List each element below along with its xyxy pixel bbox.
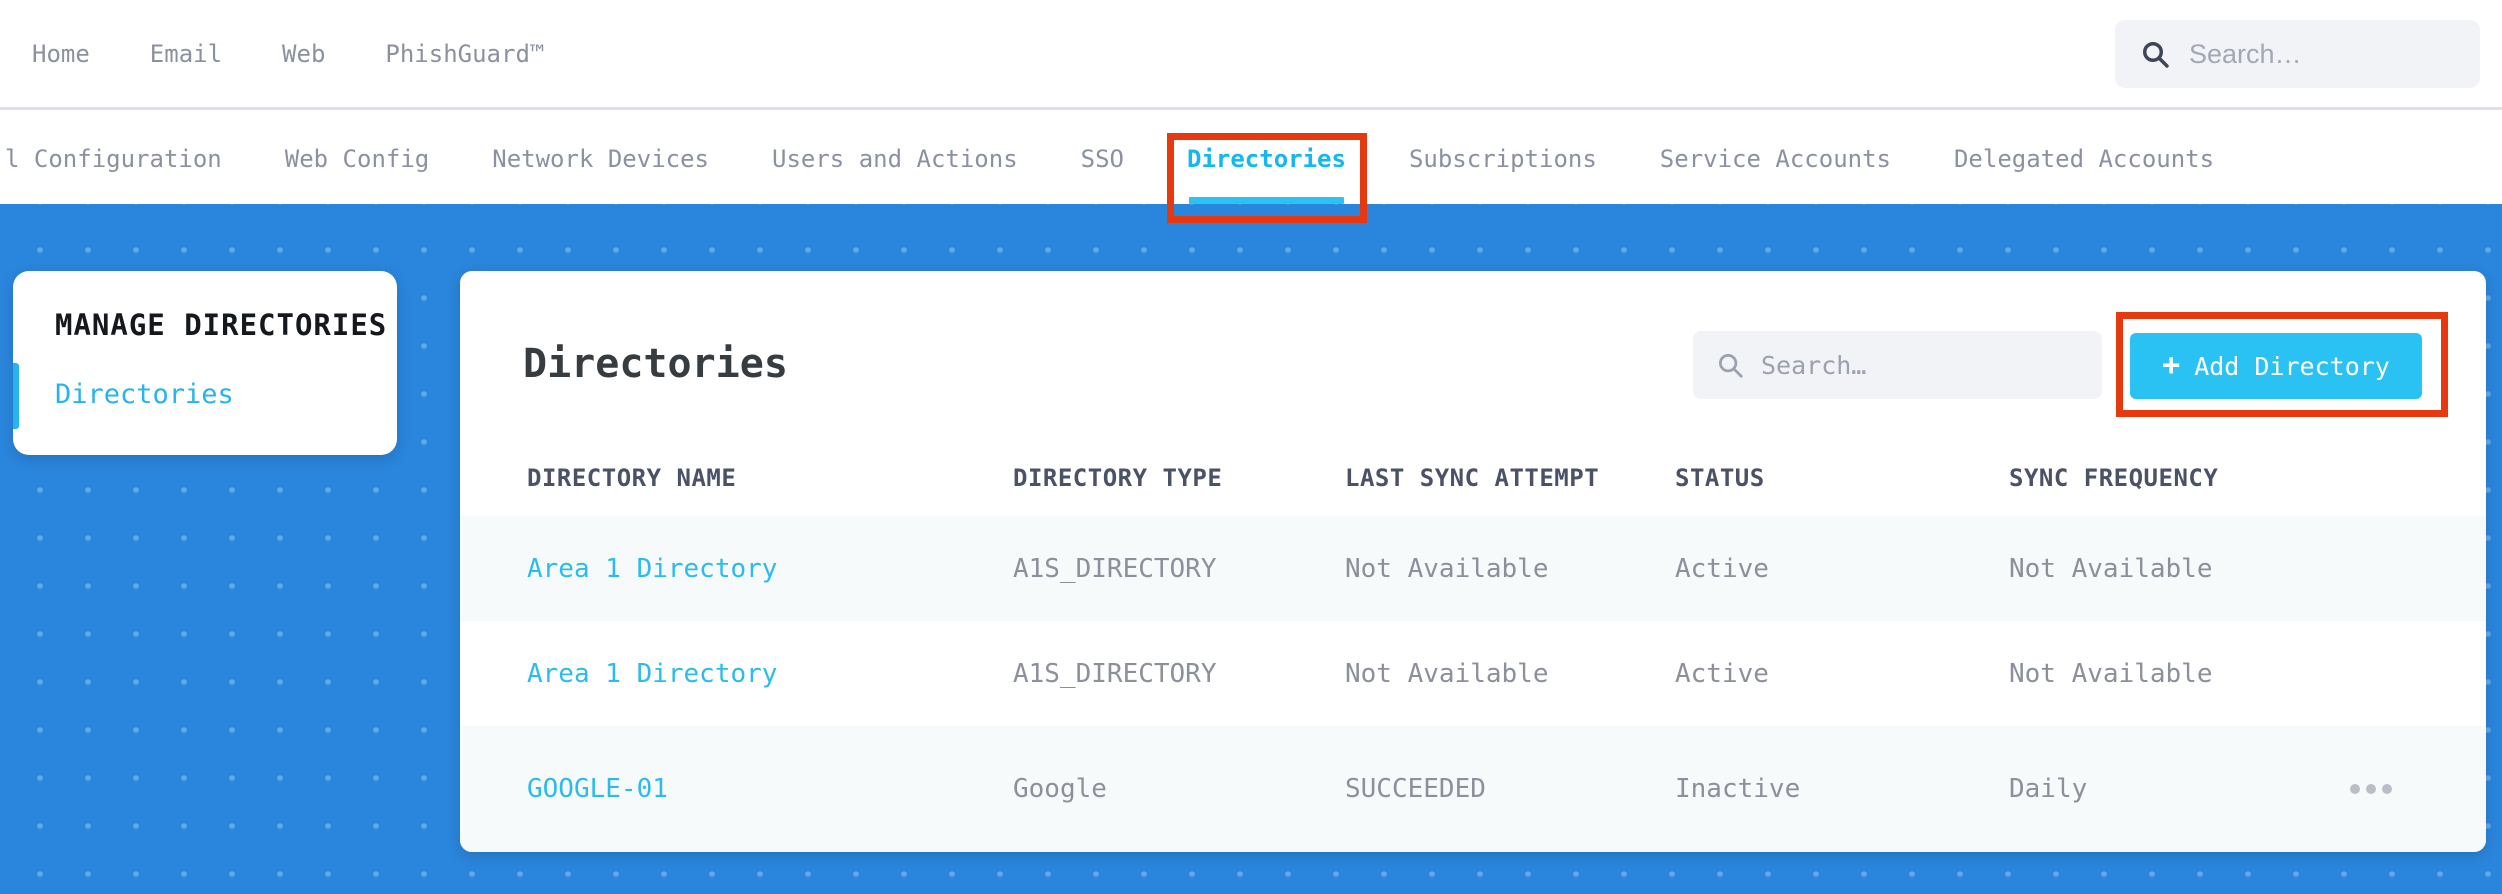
directory-name-link[interactable]: GOOGLE-01 (527, 774, 1013, 804)
nav-item-home[interactable]: Home (32, 40, 90, 68)
table-row: Area 1 Directory A1S_DIRECTORY Not Avail… (460, 621, 2486, 726)
tab-subscriptions[interactable]: Subscriptions (1409, 113, 1597, 204)
table-body: Area 1 Directory A1S_DIRECTORY Not Avail… (460, 516, 2486, 852)
tab-directories-label: Directories (1187, 144, 1346, 173)
sidebar-title: MANAGE DIRECTORIES (55, 308, 388, 342)
directory-type-cell: A1S_DIRECTORY (1013, 553, 1217, 584)
column-header-status: STATUS (1675, 464, 1765, 492)
status-cell: Active (1675, 553, 1769, 584)
table-header-row: DIRECTORY NAME DIRECTORY TYPE LAST SYNC … (460, 440, 2486, 516)
tab-directories[interactable]: Directories (1187, 113, 1346, 204)
directory-type-cell: Google (1013, 774, 1107, 804)
search-icon (2143, 42, 2169, 68)
directories-search-input[interactable] (1761, 350, 2080, 380)
page-title: Directories (523, 341, 788, 387)
active-tab-underline (1189, 197, 1344, 204)
nav-item-email[interactable]: Email (150, 40, 222, 68)
column-header-sync-frequency: SYNC FREQUENCY (2009, 464, 2219, 492)
card-header: Directories + Add Directory (460, 271, 2486, 440)
directory-type-cell: A1S_DIRECTORY (1013, 658, 1217, 689)
manage-directories-panel: MANAGE DIRECTORIES Directories (13, 271, 397, 455)
sidebar-item-directories[interactable]: Directories (55, 379, 234, 410)
add-directory-button-label: Add Directory (2194, 351, 2390, 381)
add-directory-button[interactable]: + Add Directory (2130, 333, 2422, 399)
directory-name-link[interactable]: Area 1 Directory (527, 659, 1013, 689)
last-sync-attempt-cell: Not Available (1345, 658, 1549, 689)
nav-item-web[interactable]: Web (282, 40, 325, 68)
last-sync-attempt-cell: SUCCEEDED (1345, 774, 1486, 804)
tab-delegated-accounts[interactable]: Delegated Accounts (1954, 113, 2214, 204)
directories-card: Directories + Add Directory DIRECTORY NA… (460, 271, 2486, 852)
tab-users-and-actions[interactable]: Users and Actions (772, 113, 1018, 204)
tab-sso[interactable]: SSO (1081, 113, 1124, 204)
search-icon (1719, 354, 1743, 378)
status-cell: Inactive (1675, 774, 1801, 804)
directories-search[interactable] (1693, 331, 2102, 399)
last-sync-attempt-cell: Not Available (1345, 553, 1549, 584)
column-header-directory-name: DIRECTORY NAME (527, 464, 737, 492)
plus-icon: + (2162, 348, 2181, 383)
row-actions-ellipsis-icon[interactable] (2340, 784, 2420, 794)
tab-web-config[interactable]: Web Config (285, 113, 430, 204)
primary-nav: Home Email Web PhishGuard™ (0, 40, 544, 68)
sync-frequency-cell: Not Available (2009, 658, 2213, 689)
tab-network-devices[interactable]: Network Devices (492, 113, 709, 204)
column-header-directory-type: DIRECTORY TYPE (1013, 464, 1223, 492)
global-search[interactable] (2115, 20, 2480, 88)
content-canvas: MANAGE DIRECTORIES Directories Directori… (0, 204, 2502, 894)
sidebar-active-indicator (13, 363, 19, 429)
tab-service-accounts[interactable]: Service Accounts (1660, 113, 1891, 204)
column-header-last-sync-attempt: LAST SYNC ATTEMPT (1345, 464, 1600, 492)
nav-item-phishguard[interactable]: PhishGuard™ (385, 40, 544, 68)
settings-tab-bar: l Configuration Web Config Network Devic… (0, 113, 2502, 204)
tab-email-configuration[interactable]: l Configuration (5, 113, 222, 204)
status-cell: Active (1675, 658, 1769, 689)
table-row: Area 1 Directory A1S_DIRECTORY Not Avail… (460, 516, 2486, 621)
sync-frequency-cell: Daily (2009, 774, 2088, 804)
sync-frequency-cell: Not Available (2009, 553, 2213, 584)
global-search-input[interactable] (2189, 38, 2456, 70)
top-bar: Home Email Web PhishGuard™ (0, 0, 2502, 110)
directory-name-link[interactable]: Area 1 Directory (527, 554, 1013, 584)
table-row: GOOGLE-01 Google SUCCEEDED Inactive Dail… (460, 726, 2486, 852)
